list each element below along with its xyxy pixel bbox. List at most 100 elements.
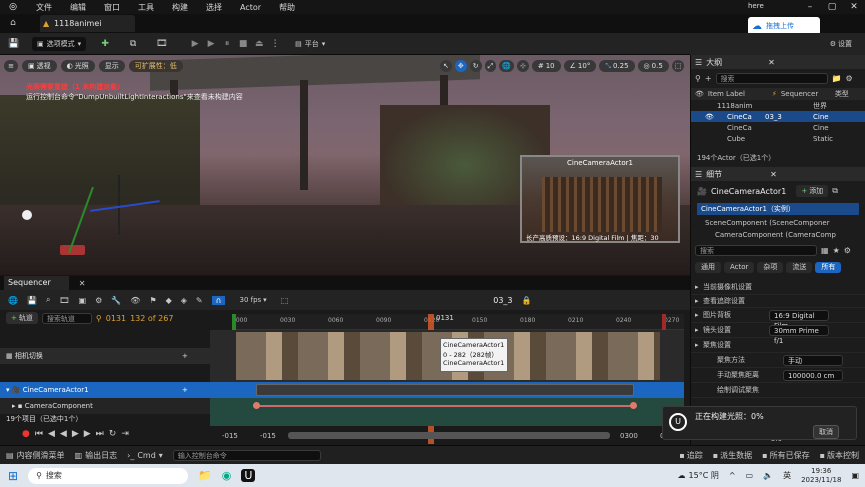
notification-icon[interactable]: ▣ xyxy=(851,471,865,480)
timeline-ruler[interactable]: 0000003000600090012001500180021002400270 xyxy=(232,314,684,330)
filter-tab[interactable]: Actor xyxy=(724,261,755,273)
menu-item[interactable]: 工具 xyxy=(138,2,154,13)
menu-item[interactable]: 文件 xyxy=(36,2,52,13)
close-icon[interactable]: ✕ xyxy=(79,279,86,288)
settings-button[interactable]: ⚙ 设置 xyxy=(825,37,857,51)
volume-icon[interactable]: 🔈 xyxy=(763,471,773,480)
track-actor[interactable]: ▾ 🎥 CineCameraActor1 + xyxy=(0,382,210,398)
edge-icon[interactable]: ◉ xyxy=(222,469,232,482)
fps-select[interactable]: 30 fps ▾ xyxy=(234,293,271,307)
component-row[interactable]: SceneComponent (SceneComponer xyxy=(691,217,861,229)
maximize-icon[interactable]: ▢ xyxy=(821,2,843,12)
menu-item[interactable]: 编辑 xyxy=(70,2,86,13)
status-button[interactable]: ▪ 追踪 xyxy=(679,450,702,461)
status-button[interactable]: ▪ 派生数据 xyxy=(713,450,752,461)
curve-editor-icon[interactable]: ⬚ xyxy=(281,296,289,305)
visibility-icon[interactable]: 👁 xyxy=(695,90,704,98)
eye-icon[interactable]: 👁 xyxy=(705,113,714,121)
property-value[interactable]: 100000.0 cm xyxy=(783,369,843,381)
world-icon[interactable]: 🌐 xyxy=(499,60,514,72)
outliner-row[interactable]: 1118anim 世界 xyxy=(691,100,865,111)
menu-item[interactable]: 构建 xyxy=(172,2,188,13)
snap-magnet-icon[interactable]: ∩ xyxy=(211,295,226,305)
platform-button[interactable]: ▤ 平台 ▾ xyxy=(290,37,330,51)
hamburger-icon[interactable]: ≡ xyxy=(4,60,18,72)
property-row[interactable]: ▸ 镜头设置 30mm Prime f/1 xyxy=(691,323,865,345)
step-forward-icon[interactable]: ▶ xyxy=(84,429,91,439)
folder-icon[interactable]: 📁 xyxy=(832,74,842,83)
jump-end-icon[interactable]: ⏭ xyxy=(96,429,104,439)
filter-icon[interactable]: ⚲ xyxy=(96,314,102,323)
add-track-button[interactable]: + 轨道 xyxy=(6,312,38,324)
instance-row[interactable]: CineCameraActor1（实例） xyxy=(697,203,859,215)
cancel-build-button[interactable]: 取消 xyxy=(813,425,839,439)
component-row[interactable]: CameraComponent (CameraComp xyxy=(691,229,861,241)
output-log-button[interactable]: ▥ 输出日志 xyxy=(75,450,118,461)
property-row[interactable]: ▸ 查看追踪设置 xyxy=(691,295,865,308)
property-row[interactable]: 绘制调试聚焦 xyxy=(691,383,865,398)
menu-item[interactable]: 窗口 xyxy=(104,2,120,13)
key-icon[interactable]: 🔧 xyxy=(111,296,121,305)
playback-icon[interactable]: ⚑ xyxy=(149,296,156,305)
star-icon[interactable]: ★ xyxy=(833,246,840,255)
select-icon[interactable]: ↖ xyxy=(440,60,452,72)
key-point[interactable] xyxy=(253,402,260,409)
lit-button[interactable]: ◐ 光照 xyxy=(60,60,95,72)
property-value[interactable]: 30mm Prime f/1 xyxy=(769,324,829,345)
keyframe-icon[interactable]: ◆ xyxy=(166,296,172,305)
render-icon[interactable]: ▣ xyxy=(79,296,87,305)
tray-chevron-icon[interactable]: ^ xyxy=(729,471,736,480)
status-item[interactable]: 版本控制 xyxy=(827,450,859,461)
blueprint-icon[interactable]: ⧉ xyxy=(128,39,138,49)
snap-icon[interactable]: ⊹ xyxy=(516,60,529,72)
property-value[interactable]: 16:9 Digital Film xyxy=(769,309,829,330)
status-item[interactable]: 追踪 xyxy=(687,450,703,461)
blueprint-icon[interactable]: ⧉ xyxy=(832,186,838,196)
range-icon[interactable]: ⇥ xyxy=(121,429,129,439)
world-icon[interactable]: 🌐 xyxy=(8,296,18,305)
status-button[interactable]: ▪ 版本控制 xyxy=(820,450,859,461)
rotation-snap[interactable]: ∠ 10° xyxy=(563,60,597,72)
filter-tab[interactable]: 流送 xyxy=(786,261,813,273)
weather[interactable]: ☁ 15°C 阴 xyxy=(678,470,719,481)
light-gizmo-icon[interactable] xyxy=(22,210,32,220)
property-row[interactable]: ▸ 当前摄像机设置 xyxy=(691,280,865,295)
sequencer-tab-label[interactable]: Sequencer xyxy=(4,276,69,290)
windows-start-icon[interactable]: ⊞ xyxy=(8,469,18,483)
network-icon[interactable]: ▭ xyxy=(746,471,754,480)
actor-section[interactable] xyxy=(256,384,634,396)
current-frame[interactable]: 0131 xyxy=(106,314,126,323)
lock-icon[interactable]: 🔒 xyxy=(522,296,532,305)
unreal-logo-icon[interactable]: ◎ xyxy=(8,2,18,12)
perspective-button[interactable]: ▣ 透视 xyxy=(22,60,57,72)
project-tab[interactable]: ▲ 1118animei xyxy=(40,15,135,32)
close-icon[interactable]: ✕ xyxy=(770,170,777,179)
timeline-scrollbar[interactable] xyxy=(288,432,610,439)
cinematics-icon[interactable]: 🎞 xyxy=(156,39,167,49)
status-item[interactable]: 所有已保存 xyxy=(770,450,810,461)
taskbar-search[interactable]: ⚲ 搜索 xyxy=(28,467,189,484)
filter-tab[interactable]: 所有 xyxy=(815,261,842,273)
record-icon[interactable]: ● xyxy=(22,429,30,439)
console-input[interactable]: 输入控制台命令 xyxy=(172,449,321,461)
settings-icon[interactable]: ⚙ xyxy=(95,296,102,305)
add-folder-icon[interactable]: + xyxy=(705,74,712,83)
filter-icon[interactable]: ⚲ xyxy=(695,74,701,83)
track-search-input[interactable]: 搜索轨道 xyxy=(41,312,92,324)
add-component-button[interactable]: + 添加 xyxy=(796,185,829,197)
ime-indicator[interactable]: 英 xyxy=(783,470,791,481)
layout-icon[interactable]: ⬚ xyxy=(671,60,685,72)
save-icon[interactable]: 💾 xyxy=(8,39,19,49)
rotate-icon[interactable]: ↻ xyxy=(469,60,482,72)
filter-tab[interactable]: 杂项 xyxy=(757,261,784,273)
browse-icon[interactable]: ⌕ xyxy=(46,295,50,305)
clock[interactable]: 19:36 2023/11/18 xyxy=(801,467,841,485)
property-row[interactable]: 聚焦方法 手动 xyxy=(691,353,865,368)
scalability-button[interactable]: 可扩展性：低 xyxy=(128,60,183,72)
film-icon[interactable]: 🎞 xyxy=(59,296,69,305)
outliner-row[interactable]: CineCa Cine xyxy=(691,122,865,133)
mode-select[interactable]: ▣ 选项模式 ▾ xyxy=(32,36,87,51)
filter-tab[interactable]: 通用 xyxy=(695,261,721,273)
view-icon[interactable]: 👁 xyxy=(130,296,140,305)
add-actor-icon[interactable]: ✚ xyxy=(100,39,110,49)
